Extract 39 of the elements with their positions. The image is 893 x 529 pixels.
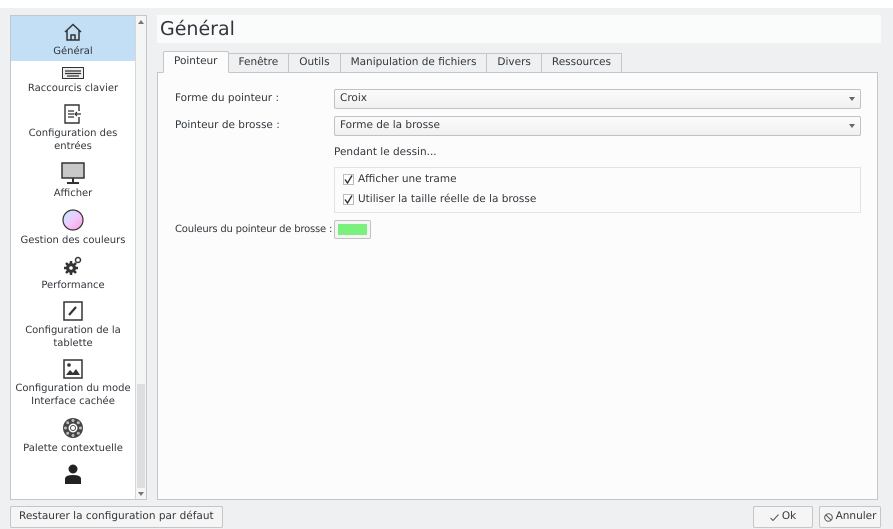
image-icon (63, 359, 83, 379)
dropdown[interactable]: Croix (334, 89, 861, 109)
restore-defaults-button[interactable]: Restaurer la configuration par défaut (10, 506, 223, 528)
monitor-icon (61, 162, 85, 184)
cancel-icon (824, 512, 833, 522)
palette-ring-icon (62, 417, 84, 439)
list-arrow-icon (64, 104, 82, 124)
gears-icon (63, 256, 83, 276)
dropdown-arrow-icon (849, 124, 855, 128)
page-title: Général (157, 15, 881, 43)
cancel-button[interactable]: Annuler (819, 506, 881, 528)
color-button[interactable] (334, 220, 371, 240)
dropdown-arrow-icon (849, 97, 855, 101)
tab[interactable]: Fenêtre (228, 53, 290, 73)
field-label: Pointeur de brosse : (174, 118, 281, 134)
tab[interactable]: Pointeur (163, 51, 229, 73)
tab[interactable]: Outils (289, 53, 341, 73)
scroll-up-icon[interactable] (138, 20, 144, 24)
checkbox[interactable] (343, 174, 354, 186)
tab[interactable]: Ressources (542, 53, 622, 73)
pencil-icon (63, 301, 83, 321)
sidebar-item[interactable]: Général (11, 16, 135, 61)
color-wheel-icon (62, 209, 84, 231)
dropdown[interactable]: Forme de la brosse (334, 116, 861, 136)
group-label: Pendant le dessin... (334, 145, 438, 160)
field-label: Couleurs du pointeur de brosse : (174, 223, 334, 238)
keyboard-icon (62, 67, 84, 79)
scrollbar-thumb[interactable] (137, 384, 145, 488)
checkmark-icon (770, 514, 779, 520)
tab[interactable]: Divers (487, 53, 542, 73)
scroll-down-icon[interactable] (138, 492, 144, 496)
house-icon (63, 22, 83, 42)
ok-button[interactable]: Ok (753, 506, 813, 528)
checkbox[interactable] (343, 194, 354, 206)
checkbox-label: Utiliser la taille réelle de la brosse (358, 192, 536, 207)
field-label: Forme du pointeur : (174, 91, 280, 106)
checkbox-label: Afficher une trame (358, 172, 457, 187)
person-icon (64, 464, 82, 484)
tab[interactable]: Manipulation de fichiers (340, 53, 488, 73)
